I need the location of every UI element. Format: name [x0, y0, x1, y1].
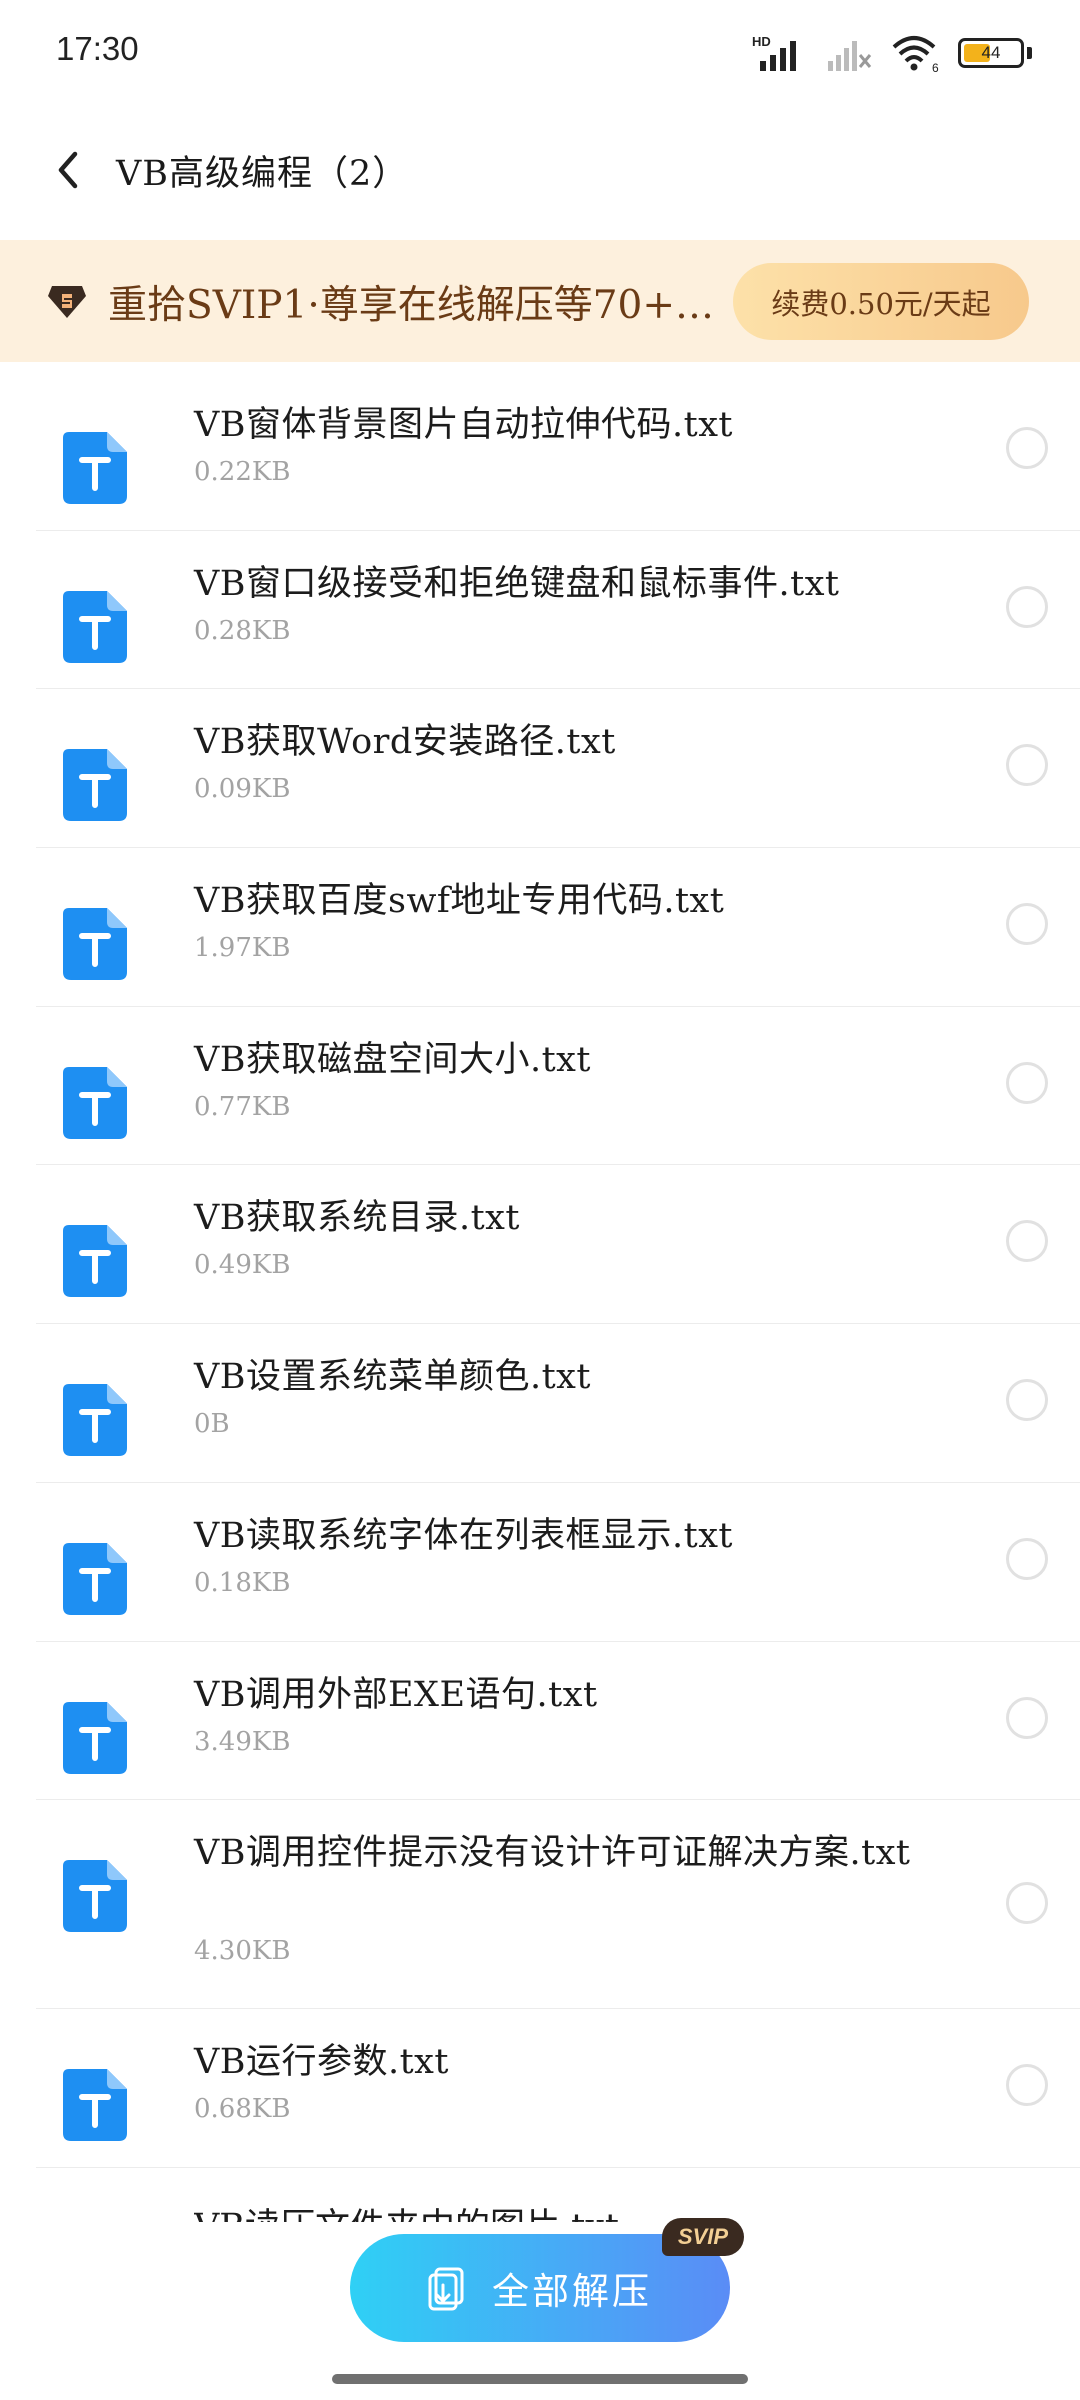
file-list: VB窗体背景图片自动拉伸代码.txt 0.22KB VB窗口级接受和拒绝键盘和鼠标事… — [0, 372, 1080, 2210]
file-name: VB获取磁盘空间大小.txt — [194, 1039, 591, 1080]
txt-file-icon — [63, 1542, 127, 1615]
txt-file-icon — [63, 1860, 127, 1933]
file-name: VB窗口级接受和拒绝键盘和鼠标事件.txt — [194, 563, 840, 604]
page-title: VB高级编程（2） — [116, 154, 409, 194]
file-name: VB获取Word安装路径.txt — [194, 722, 616, 763]
txt-file-icon — [63, 908, 127, 981]
select-checkbox[interactable] — [1006, 1220, 1048, 1263]
file-name: VB获取百度swf地址专用代码.txt — [194, 881, 725, 922]
txt-file-icon — [63, 1384, 127, 1457]
file-size: 0.77KB — [194, 1091, 291, 1122]
select-checkbox[interactable] — [1006, 903, 1048, 946]
file-list-item[interactable]: VB获取磁盘空间大小.txt 0.77KB — [36, 1007, 1080, 1166]
select-checkbox[interactable] — [1006, 1379, 1048, 1422]
file-size: 0.18KB — [194, 1567, 291, 1598]
svip-diamond-icon — [48, 286, 86, 318]
select-checkbox[interactable] — [1006, 1061, 1048, 1104]
file-name: VB获取系统目录.txt — [194, 1198, 520, 1239]
txt-file-icon — [63, 1225, 127, 1298]
select-checkbox[interactable] — [1006, 1882, 1048, 1925]
extract-icon — [428, 2267, 464, 2311]
file-name: VB调用控件提示没有设计许可证解决方案.txt — [194, 1833, 911, 1874]
home-indicator[interactable] — [332, 2374, 748, 2384]
signal-hd-label: HD — [752, 34, 771, 49]
file-name: VB窗体背景图片自动拉伸代码.txt — [194, 405, 733, 445]
file-size: 0.68KB — [194, 2094, 291, 2125]
file-list-item[interactable]: VB设置系统菜单颜色.txt 0B — [36, 1324, 1080, 1483]
select-checkbox[interactable] — [1006, 2064, 1048, 2107]
select-checkbox[interactable] — [1006, 1696, 1048, 1739]
file-list-item[interactable]: VB窗口级接受和拒绝键盘和鼠标事件.txt 0.28KB — [36, 531, 1080, 690]
svip-promo-banner[interactable]: 重拾SVIP1·尊享在线解压等70+特权 续费0.50元/天起 — [0, 240, 1080, 362]
battery-icon: 44 — [958, 38, 1024, 68]
file-size: 0.22KB — [194, 457, 291, 487]
status-icons: HD 6 44 — [752, 28, 1032, 78]
file-list-item[interactable]: VB获取百度swf地址专用代码.txt 1.97KB — [36, 848, 1080, 1007]
txt-file-icon — [63, 590, 127, 663]
file-list-item[interactable]: VB调用外部EXE语句.txt 3.49KB — [36, 1642, 1080, 1801]
renew-button[interactable]: 续费0.50元/天起 — [733, 263, 1029, 340]
txt-file-icon — [63, 1701, 127, 1774]
txt-file-icon — [63, 1066, 127, 1139]
hd-signal-icon: HD — [752, 34, 796, 71]
txt-file-icon — [63, 432, 127, 504]
select-checkbox[interactable] — [1006, 427, 1048, 469]
select-checkbox[interactable] — [1006, 744, 1048, 787]
file-size: 0.28KB — [194, 615, 291, 646]
wifi-label: 6 — [932, 61, 939, 73]
extract-all-label: 全部解压 — [492, 2270, 652, 2313]
txt-file-icon — [63, 2069, 127, 2142]
file-size: 4.30KB — [194, 1936, 291, 1967]
file-list-item[interactable]: VB运行参数.txt 0.68KB — [36, 2009, 1080, 2168]
select-checkbox[interactable] — [1006, 585, 1048, 628]
no-signal-icon — [828, 41, 872, 71]
file-name: VB设置系统菜单颜色.txt — [194, 1357, 591, 1398]
partial-list-item-name: VB读压文件夹中的图片.txt — [194, 2198, 894, 2222]
file-name: VB调用外部EXE语句.txt — [194, 1674, 598, 1715]
wifi-icon: 6 — [892, 36, 939, 73]
battery-level: 44 — [981, 43, 1001, 62]
file-list-item[interactable]: VB获取系统目录.txt 0.49KB — [36, 1165, 1080, 1325]
file-name: VB读取系统字体在列表框显示.txt — [194, 1515, 733, 1556]
file-list-item[interactable]: VB窗体背景图片自动拉伸代码.txt 0.22KB — [36, 372, 1080, 531]
select-checkbox[interactable] — [1006, 1537, 1048, 1580]
file-list-item[interactable]: VB调用控件提示没有设计许可证解决方案.txt 4.30KB — [36, 1800, 1080, 2010]
file-size: 0.49KB — [194, 1250, 291, 1281]
file-size: 0.09KB — [194, 774, 291, 805]
file-name: VB运行参数.txt — [194, 2042, 449, 2083]
file-list-item[interactable]: VB读取系统字体在列表框显示.txt 0.18KB — [36, 1483, 1080, 1642]
status-time: 17:30 — [56, 30, 139, 67]
app-header: VB高级编程（2） — [0, 110, 1080, 230]
file-size: 0B — [194, 1409, 230, 1440]
back-button[interactable] — [44, 142, 92, 198]
file-list-item[interactable]: VB获取Word安装路径.txt 0.09KB — [36, 689, 1080, 849]
status-bar: 17:30 HD 6 44 — [0, 0, 1080, 105]
battery-tip — [1027, 47, 1032, 59]
chevron-left-icon — [58, 151, 78, 189]
file-size: 3.49KB — [194, 1726, 291, 1757]
svip-promo-text: 重拾SVIP1·尊享在线解压等70+特权 — [108, 283, 718, 328]
svip-badge: SVIP — [662, 2218, 744, 2256]
txt-file-icon — [63, 749, 127, 822]
file-size: 1.97KB — [194, 933, 291, 964]
